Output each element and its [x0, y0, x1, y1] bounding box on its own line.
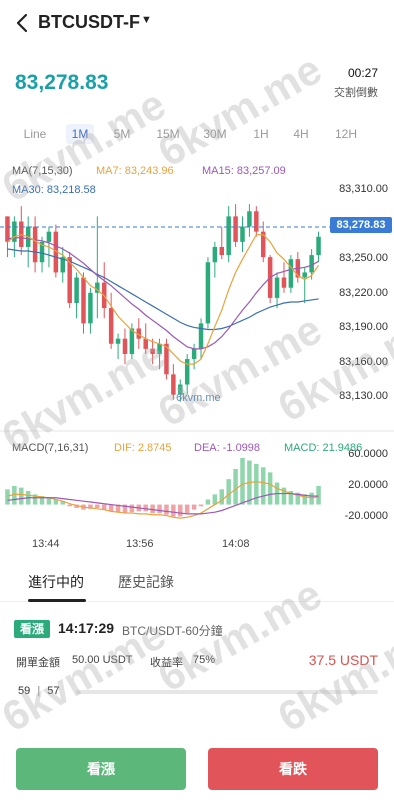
- macd-bar: [226, 479, 231, 505]
- price-axis-tick: 83,310.00: [339, 183, 388, 195]
- candle-body: [46, 231, 52, 242]
- macd-bar: [129, 504, 135, 513]
- candle-body: [12, 221, 17, 242]
- price-axis-tick: 83,130.00: [339, 390, 388, 402]
- macd-bar: [267, 472, 273, 505]
- order-amount-label: 開單金額: [16, 657, 60, 669]
- macd-bar: [198, 504, 204, 507]
- buy-up-button[interactable]: 看漲: [16, 748, 186, 790]
- macd-bar: [150, 504, 155, 514]
- candle-body: [226, 216, 231, 256]
- candle-body: [274, 277, 280, 298]
- tab-in-progress[interactable]: 進行中的: [28, 572, 84, 592]
- candle-body: [32, 226, 38, 263]
- macd-axis-tick: 20.0000: [348, 479, 388, 491]
- macd-bar: [5, 489, 10, 505]
- price-axis-tick: 83,250.00: [339, 252, 388, 264]
- order-pair: BTC/USDT-60分鐘: [122, 624, 223, 638]
- order-side-badge: 看漲: [14, 620, 50, 638]
- candle-body: [88, 292, 93, 324]
- order-item[interactable]: 看漲 14:17:29 BTC/USDT-60分鐘 開單金額 50.00 USD…: [0, 612, 394, 712]
- macd-bar: [19, 487, 24, 505]
- macd-bar: [260, 467, 266, 505]
- candle-body: [205, 262, 211, 324]
- candle-body: [198, 323, 204, 349]
- macd-bar: [219, 489, 225, 505]
- macd-bar: [309, 492, 314, 505]
- macd-axis-tick: 60.0000: [348, 448, 388, 460]
- macd-bar: [108, 504, 114, 512]
- candle-body: [143, 338, 148, 349]
- macd-bar: [240, 457, 245, 505]
- macd-bar: [171, 504, 176, 517]
- app-root: BTCUSDT-F ▼ 83,278.83 00:27 交割倒數 Line 1M…: [0, 0, 394, 800]
- order-profit: 37.5 USDT: [308, 652, 378, 668]
- macd-bar: [205, 499, 211, 505]
- order-progress-values: 59 | 57: [18, 685, 60, 697]
- order-rate-label: 收益率: [150, 657, 183, 669]
- candles-group: [5, 204, 321, 402]
- candle-body: [108, 308, 114, 344]
- macd-bar: [164, 504, 169, 515]
- candle-body: [302, 272, 307, 278]
- candle-body: [233, 216, 238, 242]
- progress-left: 59: [18, 685, 31, 697]
- order-time: 14:17:29: [58, 620, 115, 636]
- macd-bar: [191, 504, 197, 510]
- time-axis-tick: 13:56: [126, 538, 154, 550]
- candle-body: [247, 211, 252, 227]
- buy-down-button[interactable]: 看跌: [208, 748, 378, 790]
- tab-history[interactable]: 歷史記錄: [118, 572, 174, 592]
- candle-body: [122, 338, 128, 354]
- price-axis-tick: 83,220.00: [339, 287, 388, 299]
- candle-body: [171, 374, 176, 395]
- macd-bar: [233, 468, 238, 505]
- candle-body: [74, 277, 79, 303]
- macd-bar: [178, 504, 183, 517]
- macd-dea-value: DEA: -1.0998: [194, 442, 261, 454]
- active-tab-indicator: [28, 599, 86, 602]
- macd-bar: [95, 504, 100, 508]
- candle-body: [129, 328, 135, 354]
- candle-body: [150, 348, 155, 354]
- macd-bar: [143, 504, 148, 512]
- candle-body: [81, 277, 86, 324]
- macd-bar: [67, 504, 72, 507]
- macd-dif-value: DIF: 2.8745: [114, 442, 172, 454]
- candle-body: [281, 277, 287, 288]
- macd-label: MACD(7,16,31): [12, 442, 89, 454]
- progress-right: 57: [47, 685, 60, 697]
- macd-bar: [316, 485, 321, 505]
- candle-body: [115, 338, 121, 344]
- candle-body: [316, 236, 321, 256]
- price-axis-tick: 83,190.00: [339, 321, 388, 333]
- macd-axis-tick: -20.0000: [344, 510, 388, 522]
- candle-body: [240, 226, 245, 242]
- price-axis-tick: 83,160.00: [339, 356, 388, 368]
- order-tabs: 進行中的 歷史記錄: [0, 566, 394, 602]
- candle-body: [212, 246, 218, 263]
- current-price-tag: 83,278.83: [330, 217, 392, 233]
- macd-bar: [184, 504, 190, 514]
- macd-group: [5, 457, 321, 519]
- order-amount: 50.00 USDT: [72, 654, 133, 666]
- time-axis-tick: 13:44: [32, 538, 60, 550]
- time-axis-tick: 14:08: [222, 538, 250, 550]
- kline-chart[interactable]: [0, 0, 394, 560]
- order-rate: 75%: [193, 654, 216, 666]
- macd-bar: [157, 504, 162, 514]
- candle-body: [288, 259, 294, 288]
- candle-body: [191, 348, 197, 360]
- candle-body: [219, 246, 225, 256]
- watermark-small: 6kvm.me: [176, 392, 221, 404]
- candle-body: [157, 343, 162, 354]
- candle-body: [254, 211, 259, 232]
- order-progress-bar: [76, 690, 378, 694]
